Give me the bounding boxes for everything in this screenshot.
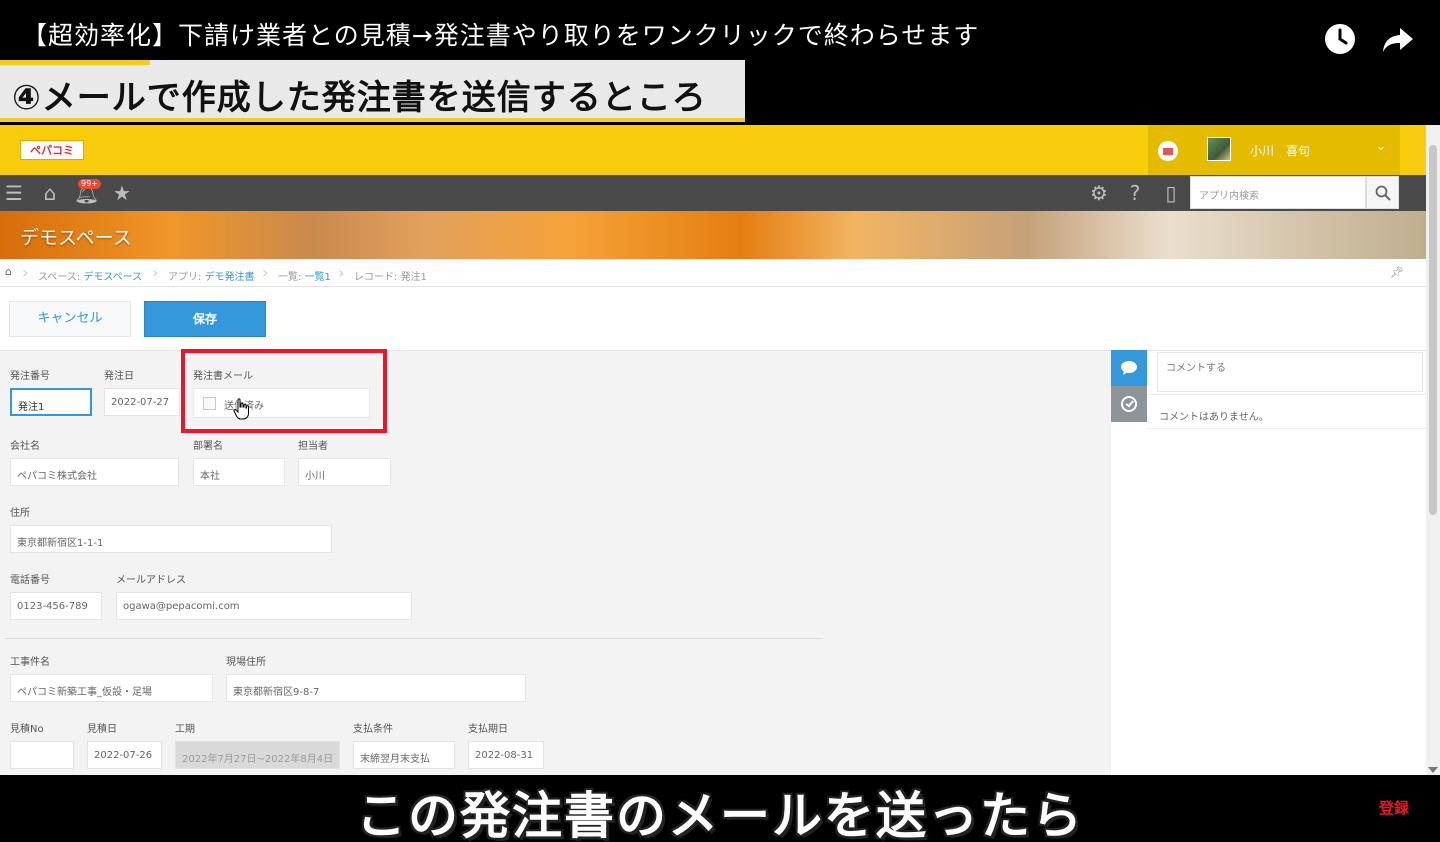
search-input[interactable]: アプリ内検索 xyxy=(1190,176,1366,209)
mobile-icon[interactable]: ▯ xyxy=(1159,181,1183,205)
estimate-no-input[interactable] xyxy=(10,741,74,769)
help-icon[interactable]: ? xyxy=(1123,181,1147,205)
app-header: ペパコミ 小川 喜句 ⌄ xyxy=(0,125,1426,175)
estimate-date-input[interactable]: 2022-07-26 xyxy=(87,741,162,769)
comment-empty-text: コメントはありません。 xyxy=(1159,412,1269,423)
field-label: 発注番号 xyxy=(10,371,50,382)
phone-input[interactable]: 0123-456-789 xyxy=(10,592,102,620)
comment-input[interactable]: コメントする xyxy=(1157,352,1423,392)
history-icon xyxy=(1121,396,1137,412)
user-name[interactable]: 小川 喜句 xyxy=(1250,142,1310,159)
search-icon xyxy=(1375,185,1391,201)
app-logo[interactable]: ペパコミ xyxy=(20,140,84,160)
video-subtitle: この発注書のメールを送ったら xyxy=(356,787,1084,842)
cancel-button[interactable]: キャンセル xyxy=(9,301,131,337)
field-label: 現場住所 xyxy=(226,657,266,668)
person-input[interactable]: 小川 xyxy=(298,458,391,486)
comment-divider xyxy=(1147,394,1426,395)
highlight-box xyxy=(181,349,387,433)
save-button[interactable]: 保存 xyxy=(144,301,266,337)
field-label: 工期 xyxy=(175,724,195,735)
section-divider xyxy=(5,638,823,639)
notification-badge: 99+ xyxy=(78,179,101,189)
field-label: 部署名 xyxy=(193,441,223,452)
scroll-down-arrow-icon[interactable] xyxy=(1428,767,1438,773)
field-label: 発注日 xyxy=(104,371,134,382)
pin-icon[interactable]: 📌︎ xyxy=(1390,266,1404,279)
history-tab[interactable] xyxy=(1111,386,1147,422)
comment-tab[interactable] xyxy=(1111,350,1147,386)
comment-divider xyxy=(1147,428,1426,429)
watch-later-icon[interactable] xyxy=(1323,22,1357,56)
site-address-input[interactable]: 東京都新宿区9-8-7 xyxy=(226,674,526,702)
avatar[interactable] xyxy=(1207,137,1231,161)
project-name-input[interactable]: ペパコミ新築工事_仮設・足場 xyxy=(10,674,213,702)
department-input[interactable]: 本社 xyxy=(193,458,285,486)
mail-icon[interactable] xyxy=(1158,141,1178,161)
menu-icon[interactable]: ☰ xyxy=(2,181,26,205)
step-banner: ④メールで作成した発注書を送信するところ xyxy=(0,60,745,122)
field-label: 会社名 xyxy=(10,441,40,452)
home-icon[interactable]: ⌂ xyxy=(38,181,62,205)
share-icon[interactable] xyxy=(1381,22,1415,56)
breadcrumb-list[interactable]: 一覧: 一覧1 xyxy=(278,268,331,283)
payment-date-input[interactable]: 2022-08-31 xyxy=(468,741,544,769)
order-date-input[interactable]: 2022-07-27 xyxy=(104,388,180,416)
step-banner-text: ④メールで作成した発注書を送信するところ xyxy=(12,78,707,118)
field-label: 担当者 xyxy=(298,441,328,452)
payment-terms-input[interactable]: 末締翌月末支払 xyxy=(353,741,455,769)
page-scrollbar[interactable] xyxy=(1426,125,1440,775)
breadcrumb-space[interactable]: スペース: デモスペース xyxy=(38,268,142,283)
company-input[interactable]: ペパコミ株式会社 xyxy=(10,458,179,486)
breadcrumb: ⌂ › スペース: デモスペース › アプリ: デモ発注書 › 一覧: 一覧1 … xyxy=(0,259,1426,287)
step-banner-accent xyxy=(0,60,150,65)
address-input[interactable]: 東京都新宿区1-1-1 xyxy=(10,525,332,553)
scrollbar-thumb[interactable] xyxy=(1429,145,1437,515)
period-input: 2022年7月27日~2022年8月4日 xyxy=(175,741,340,769)
star-icon[interactable]: ★ xyxy=(110,181,134,205)
home-icon[interactable]: ⌂ xyxy=(5,266,15,277)
email-input[interactable]: ogawa@pepacomi.com xyxy=(116,592,412,620)
space-title[interactable]: デモスペース xyxy=(20,223,132,250)
field-label: 支払期日 xyxy=(468,724,508,735)
breadcrumb-record: レコード: 発注1 xyxy=(354,272,427,283)
field-label: 工事件名 xyxy=(10,657,50,668)
speech-bubble-icon xyxy=(1121,361,1137,375)
field-label: 支払条件 xyxy=(353,724,393,735)
field-label: 見積No xyxy=(10,724,44,735)
action-bar: キャンセル 保存 xyxy=(0,287,1426,351)
gear-icon[interactable]: ⚙ xyxy=(1087,181,1111,205)
search-button[interactable] xyxy=(1366,176,1399,209)
field-label: 電話番号 xyxy=(10,575,50,586)
breadcrumb-app[interactable]: アプリ: デモ発注書 xyxy=(168,268,255,283)
space-banner xyxy=(0,211,1426,259)
field-label: 見積日 xyxy=(87,724,117,735)
field-label: 住所 xyxy=(10,508,30,519)
video-title: 【超効率化】下請け業者との見積→発注書やり取りをワンクリックで終わらせます xyxy=(22,21,980,50)
order-no-input[interactable]: 発注1 xyxy=(10,388,92,416)
chevron-down-icon[interactable]: ⌄ xyxy=(1376,139,1386,153)
subscribe-button[interactable]: 登録 xyxy=(1374,796,1414,820)
field-label: メールアドレス xyxy=(116,575,186,586)
